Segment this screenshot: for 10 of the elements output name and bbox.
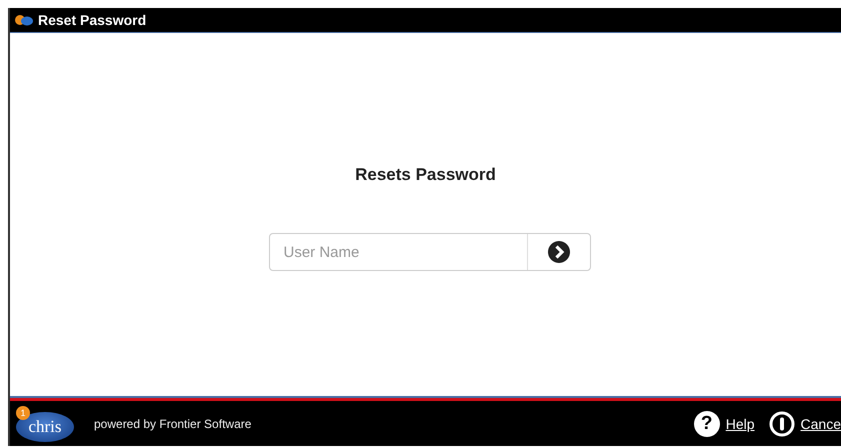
user-name-field[interactable]: User Name [268, 233, 590, 271]
app-icon [14, 14, 34, 26]
window-title: Reset Password [38, 12, 146, 28]
powered-by-text: powered by Frontier Software [94, 416, 252, 430]
arrow-right-icon [548, 241, 570, 263]
cancel-link[interactable]: Cance [800, 416, 841, 432]
help-link[interactable]: Help [726, 416, 755, 432]
page-heading: Resets Password [355, 165, 496, 185]
help-icon[interactable]: ? [694, 410, 720, 436]
power-icon[interactable] [768, 410, 795, 436]
